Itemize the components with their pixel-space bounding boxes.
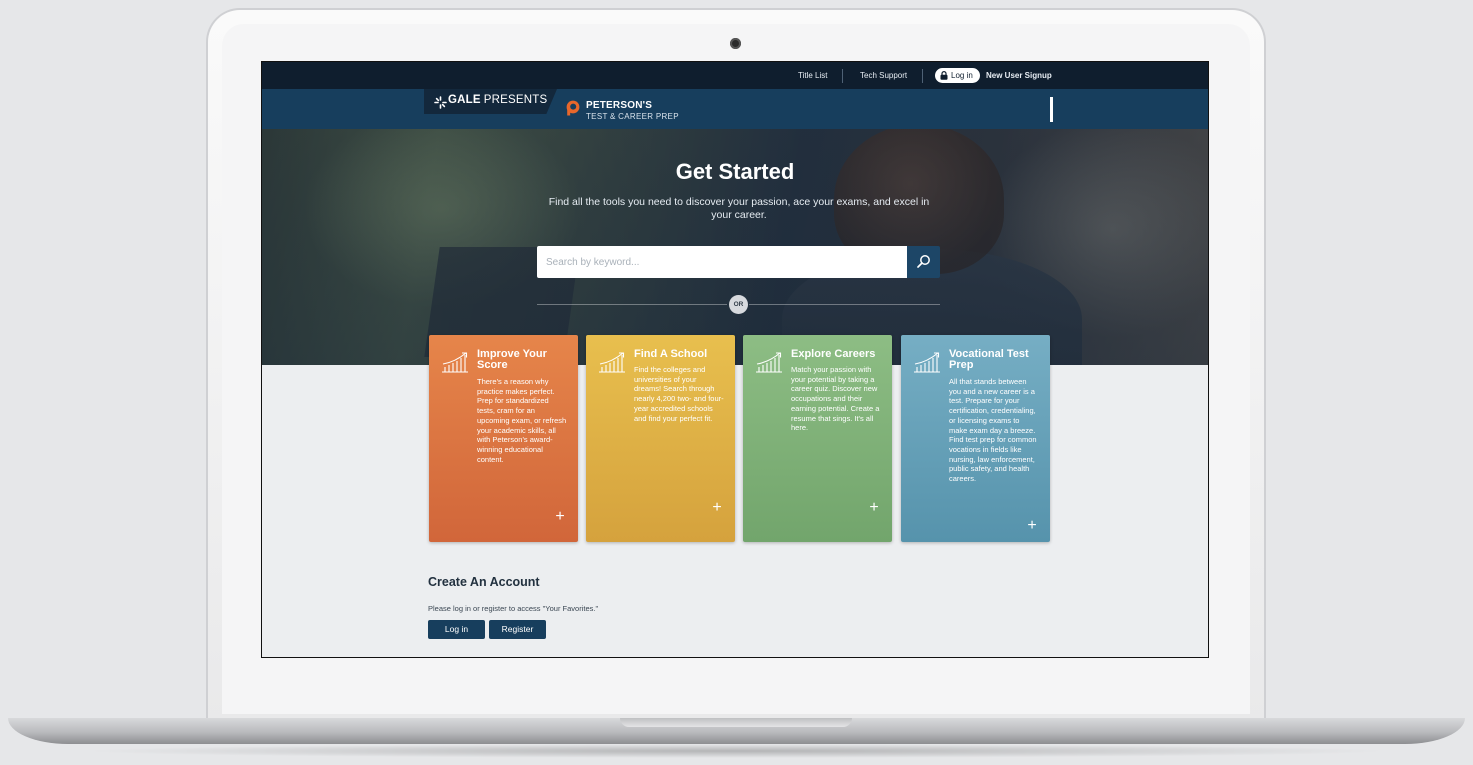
card-find-a-school[interactable]: Find A School Find the colleges and univ…: [586, 335, 735, 542]
search-icon: [917, 255, 930, 268]
nav-divider: [922, 69, 923, 83]
card-title: Explore Careers: [791, 348, 876, 360]
growth-chart-icon: [599, 352, 625, 373]
or-divider-left: [537, 304, 727, 305]
laptop-shadow: [80, 744, 1393, 758]
login-button[interactable]: Log in: [428, 620, 485, 639]
gale-logo[interactable]: GALE PRESENTS: [424, 89, 557, 114]
gale-wordmark: GALE PRESENTS: [448, 94, 548, 106]
brand-bar: GALE PRESENTS PETERSON'S TEST & CAREER PR…: [262, 89, 1208, 129]
hero-title: Get Started: [675, 159, 795, 184]
register-button[interactable]: Register: [489, 620, 546, 639]
account-prompt-text: Please log in or register to access "You…: [428, 604, 599, 613]
card-description: Match your passion with your potential b…: [791, 365, 880, 433]
new-user-signup-link[interactable]: New User Signup: [986, 62, 1052, 89]
or-divider-right: [749, 304, 940, 305]
expand-plus-icon[interactable]: +: [1025, 518, 1039, 534]
lock-icon: [940, 71, 948, 80]
nav-divider: [842, 69, 843, 83]
search-button[interactable]: [907, 246, 940, 278]
login-button[interactable]: Log in: [935, 68, 980, 83]
growth-chart-icon: [756, 352, 782, 373]
petersons-tagline: TEST & CAREER PREP: [586, 112, 679, 121]
card-title: Improve Your Score: [477, 348, 547, 371]
utility-nav: Title List Tech Support Log in New User …: [262, 62, 1208, 89]
hero-section: Get Started Find all the tools you need …: [262, 129, 1208, 365]
hero-subtitle: Find all the tools you need to discover …: [548, 196, 930, 221]
webcam: [730, 38, 741, 49]
expand-plus-icon[interactable]: +: [553, 509, 567, 525]
growth-chart-icon: [914, 352, 940, 373]
card-title: Find A School: [634, 348, 708, 360]
screen: Title List Tech Support Log in New User …: [261, 61, 1209, 658]
petersons-name: PETERSON'S: [586, 100, 653, 111]
create-account-heading: Create An Account: [428, 575, 540, 589]
petersons-logo-icon[interactable]: [565, 100, 581, 116]
expand-plus-icon[interactable]: +: [867, 500, 881, 516]
card-improve-your-score[interactable]: Improve Your Score There's a reason why …: [429, 335, 578, 542]
expand-plus-icon[interactable]: +: [710, 500, 724, 516]
card-title: Vocational Test Prep: [949, 348, 1029, 371]
or-badge: OR: [729, 295, 748, 314]
card-explore-careers[interactable]: Explore Careers Match your passion with …: [743, 335, 892, 542]
card-vocational-test-prep[interactable]: Vocational Test Prep All that stands bet…: [901, 335, 1050, 542]
search-input[interactable]: [537, 246, 907, 278]
tech-support-link[interactable]: Tech Support: [860, 62, 907, 89]
gale-spark-icon: [434, 96, 447, 109]
menu-toggle[interactable]: [1050, 97, 1053, 122]
laptop-notch: [620, 718, 852, 727]
card-description: All that stands between you and a new ca…: [949, 377, 1037, 484]
growth-chart-icon: [442, 352, 468, 373]
title-list-link[interactable]: Title List: [798, 62, 828, 89]
card-description: There's a reason why practice makes perf…: [477, 377, 567, 464]
card-description: Find the colleges and universities of yo…: [634, 365, 724, 423]
login-label: Log in: [951, 71, 973, 80]
